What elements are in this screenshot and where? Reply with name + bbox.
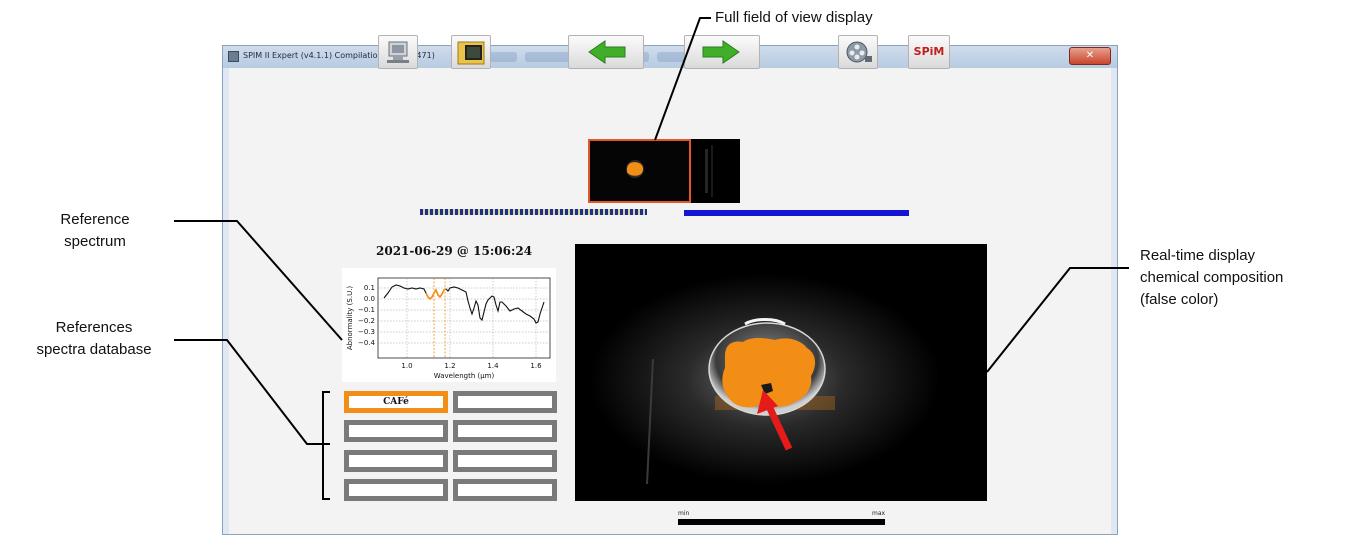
callout-line: spectra database <box>36 341 152 358</box>
callout-references-database: References spectra database <box>18 317 170 361</box>
callout-realtime-display: Real-time display chemical composition (… <box>1140 245 1283 311</box>
callout-line: Reference <box>60 211 130 228</box>
callout-full-field: Full field of view display <box>715 9 873 26</box>
callout-line: chemical composition <box>1140 269 1284 286</box>
callout-line: References <box>55 319 133 336</box>
callout-reference-spectrum: Reference spectrum <box>22 209 168 253</box>
callout-line: spectrum <box>64 233 126 250</box>
callout-line: Real-time display <box>1140 247 1256 264</box>
callout-line: (false color) <box>1140 291 1219 308</box>
